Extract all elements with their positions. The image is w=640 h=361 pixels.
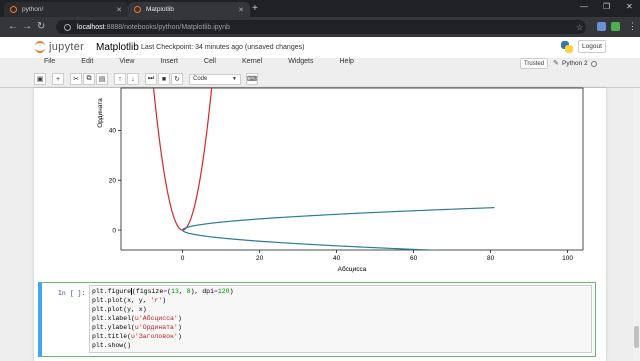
- code-line: plt.figure(figsize=(13, 8), dpi=120): [92, 288, 234, 296]
- code-line: plt.plot(x, y, 'r'): [92, 297, 167, 305]
- text-cursor: [131, 288, 133, 295]
- code-line: plt.xlabel(u'Абсцисса'): [92, 314, 182, 322]
- code-line: plt.title(u'Заголовок'): [92, 332, 182, 340]
- y-tick-label: 0: [112, 227, 116, 234]
- blue-sqrt-line: [182, 207, 495, 231]
- y-tick-label: 40: [109, 128, 117, 135]
- x-tick-label: 0: [181, 255, 185, 262]
- y-axis-label: Ордината: [97, 98, 104, 128]
- x-tick-label: 80: [487, 255, 495, 262]
- plot-frame: [120, 87, 584, 251]
- code-line: plt.plot(y, x): [92, 306, 147, 314]
- x-tick-label: 40: [333, 255, 341, 262]
- red-parabola-line: [152, 88, 213, 231]
- x-axis-label: Абсцисса: [338, 265, 367, 273]
- x-tick-label: 100: [562, 255, 573, 262]
- code-text[interactable]: plt.figure(figsize=(13, 8), dpi=120) plt.…: [92, 288, 234, 351]
- cell-prompt: In [ ]:: [58, 290, 86, 297]
- code-line: plt.ylabel(u'Ордината'): [92, 323, 182, 331]
- code-line: plt.show(): [92, 341, 132, 349]
- y-tick-label: 20: [109, 178, 117, 185]
- x-tick-label: 20: [256, 255, 264, 262]
- blue-sqrt-line: [182, 229, 445, 250]
- x-tick-label: 60: [410, 255, 418, 262]
